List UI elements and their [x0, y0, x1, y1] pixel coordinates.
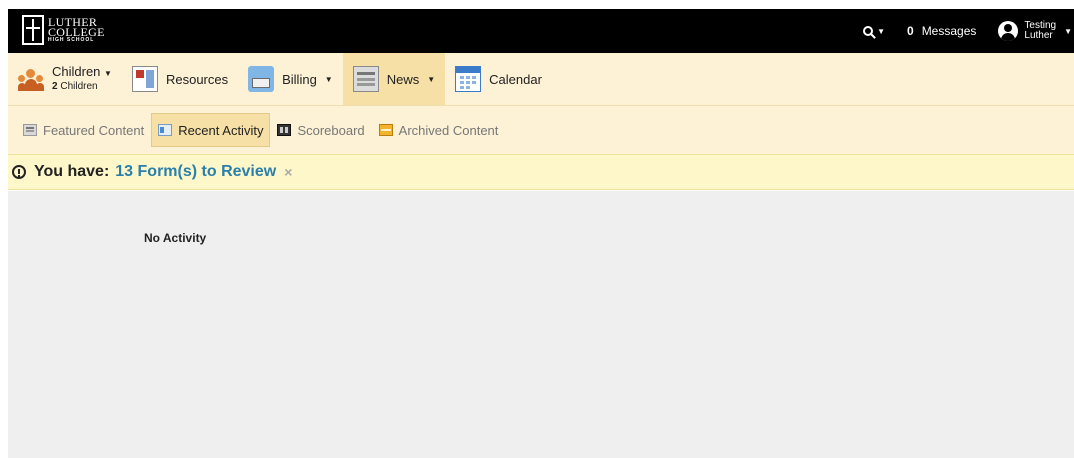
forms-alert-banner: You have: 13 Form(s) to Review × [8, 154, 1074, 190]
main-nav: Children ▼ 2 Children Resources Billing … [8, 53, 1074, 106]
news-icon [352, 66, 379, 92]
children-title: Children ▼ [52, 64, 112, 79]
alert-circle-icon [12, 165, 26, 179]
tab-label-archived: Archived Content [398, 122, 499, 138]
chevron-down-icon: ▼ [877, 26, 885, 36]
user-menu-button[interactable]: Testing Luther ▼ [998, 21, 1072, 41]
scoreboard-icon [277, 124, 292, 136]
nav-item-billing[interactable]: Billing ▼ [238, 53, 343, 105]
chevron-down-icon: ▼ [427, 74, 436, 84]
chevron-down-icon: ▼ [104, 69, 112, 78]
top-bar: LUTHER COLLEGE HIGH SCHOOL ▼ 0 Messages … [8, 9, 1074, 53]
resources-icon [131, 66, 158, 92]
activity-content-area: No Activity [8, 191, 1074, 458]
nav-item-news[interactable]: News ▼ [342, 53, 446, 105]
tab-label-recent: Recent Activity [178, 122, 264, 138]
sub-nav: Featured Content Recent Activity Scorebo… [8, 106, 1074, 154]
tab-recent-activity[interactable]: Recent Activity [151, 113, 271, 147]
chevron-down-icon: ▼ [1064, 26, 1072, 36]
school-logo[interactable]: LUTHER COLLEGE HIGH SCHOOL [22, 13, 105, 47]
archive-box-icon [378, 124, 393, 136]
tab-featured-content[interactable]: Featured Content [16, 113, 151, 147]
user-name: Testing Luther [1024, 21, 1056, 41]
search-dropdown-button[interactable]: ▼ [863, 26, 885, 36]
nav-label-calendar: Calendar [489, 71, 542, 87]
billing-register-icon [248, 66, 275, 92]
nav-label-news: News [386, 71, 420, 87]
empty-state-text: No Activity [144, 231, 207, 245]
tab-label-featured: Featured Content [43, 122, 145, 138]
children-group-icon [18, 66, 44, 92]
close-icon[interactable]: × [284, 164, 292, 180]
logo-line-3: HIGH SCHOOL [48, 36, 95, 43]
logo-line-2: COLLEGE [48, 24, 105, 39]
tab-label-scoreboard: Scoreboard [297, 122, 365, 138]
messages-count: 0 [907, 24, 914, 38]
nav-item-resources[interactable]: Resources [122, 53, 238, 105]
app-frame: LUTHER COLLEGE HIGH SCHOOL ▼ 0 Messages … [8, 9, 1074, 458]
forms-to-review-link[interactable]: 13 Form(s) to Review [115, 163, 276, 181]
search-icon [863, 26, 874, 36]
user-last-name: Luther [1024, 30, 1053, 41]
featured-content-icon [23, 124, 37, 136]
user-avatar-icon [998, 21, 1019, 41]
calendar-icon [455, 66, 482, 92]
nav-label-billing: Billing [282, 71, 317, 87]
nav-label-resources: Resources [165, 71, 229, 87]
recent-activity-icon [158, 124, 173, 136]
nav-item-calendar[interactable]: Calendar [445, 53, 552, 105]
top-right-controls: ▼ 0 Messages Testing Luther ▼ [863, 9, 1074, 53]
chevron-down-icon: ▼ [324, 74, 333, 84]
messages-label: Messages [921, 24, 977, 38]
children-label: Children ▼ 2 Children [52, 65, 112, 93]
alert-prefix: You have: [34, 163, 110, 180]
tab-scoreboard[interactable]: Scoreboard [270, 113, 371, 147]
logo-text: LUTHER COLLEGE HIGH SCHOOL [48, 16, 105, 44]
nav-item-children[interactable]: Children ▼ 2 Children [8, 53, 122, 105]
logo-cross-icon [22, 15, 44, 45]
tab-archived-content[interactable]: Archived Content [372, 113, 506, 147]
children-count-label: 2 Children [52, 81, 98, 92]
messages-link[interactable]: 0 Messages [907, 24, 976, 38]
